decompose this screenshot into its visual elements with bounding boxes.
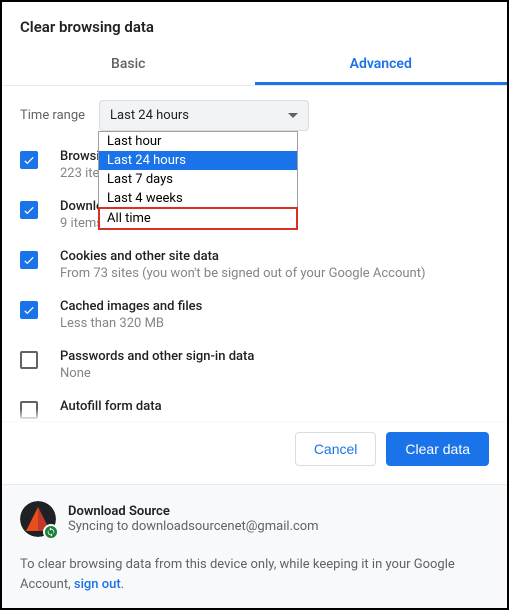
cancel-button[interactable]: Cancel (295, 432, 377, 466)
check-icon (22, 303, 36, 317)
footer-note-suffix: . (121, 577, 124, 592)
check-icon (22, 203, 36, 217)
account-name: Download Source (68, 504, 319, 519)
item-title: Cookies and other site data (60, 249, 489, 264)
check-icon (22, 153, 36, 167)
avatar (20, 501, 56, 537)
option-last-24-hours[interactable]: Last 24 hours (99, 151, 297, 170)
list-item: Cached images and files Less than 320 MB (20, 299, 489, 331)
checkbox-cache[interactable] (20, 301, 38, 319)
time-range-label: Time range (20, 108, 85, 123)
sync-badge-icon (43, 524, 59, 540)
dialog-actions: Cancel Clear data (2, 421, 507, 484)
account-sync-line: Syncing to downloadsourcenet@gmail.com (68, 519, 319, 534)
tabs: Basic Advanced (2, 44, 507, 86)
option-last-7-days[interactable]: Last 7 days (99, 170, 297, 189)
checkbox-download-history[interactable] (20, 201, 38, 219)
tab-advanced[interactable]: Advanced (255, 44, 508, 85)
option-last-4-weeks[interactable]: Last 4 weeks (99, 189, 297, 208)
dialog-title: Clear browsing data (20, 18, 489, 36)
checkbox-cookies[interactable] (20, 251, 38, 269)
chevron-down-icon (288, 113, 298, 118)
item-subtitle: None (60, 366, 489, 381)
item-title: Cached images and files (60, 299, 489, 314)
account-row: Download Source Syncing to downloadsourc… (20, 501, 489, 537)
option-all-time[interactable]: All time (99, 208, 297, 229)
item-subtitle: Less than 320 MB (60, 316, 489, 331)
scroll-fade (2, 409, 507, 421)
check-icon (22, 253, 36, 267)
list-item: Cookies and other site data From 73 site… (20, 249, 489, 281)
tab-basic[interactable]: Basic (2, 44, 255, 85)
item-subtitle: From 73 sites (you won't be signed out o… (60, 266, 489, 281)
sign-out-link[interactable]: sign out (74, 577, 121, 592)
list-item: Passwords and other sign-in data None (20, 349, 489, 381)
item-title: Passwords and other sign-in data (60, 349, 489, 364)
option-last-hour[interactable]: Last hour (99, 132, 297, 151)
footer-note: To clear browsing data from this device … (20, 555, 489, 594)
checkbox-browsing-history[interactable] (20, 151, 38, 169)
time-range-selected: Last 24 hours (110, 108, 189, 123)
clear-data-button[interactable]: Clear data (386, 432, 489, 466)
time-range-dropdown[interactable]: Last 24 hours Last hour Last 24 hours La… (99, 100, 309, 131)
time-range-options: Last hour Last 24 hours Last 7 days Last… (98, 131, 298, 230)
checkbox-passwords[interactable] (20, 351, 38, 369)
